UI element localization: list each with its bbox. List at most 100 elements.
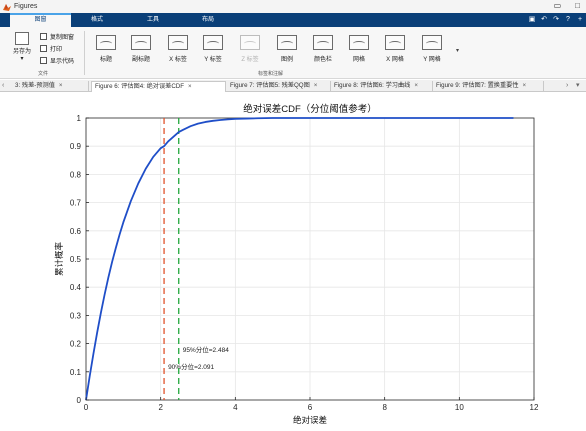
grid-icon [349,35,369,50]
doc-tab-label: Figure 6: 评估图4: 绝对误差CDF [95,83,185,90]
x-tick-label: 12 [530,403,539,412]
p90-annotation: 90%分位=2.091 [168,362,214,371]
show-code-label: 显示代码 [50,59,75,65]
doc-tab-9[interactable]: Figure 9: 评估图7: 置换重要性 × [433,81,544,92]
zlabel-icon [240,35,260,50]
y-tick-label: 0 [77,396,82,405]
ygrid-button[interactable]: Y 网格 [415,35,449,63]
xgrid-icon [385,35,405,50]
ribbon-expand-icon[interactable]: ▾ [456,47,459,54]
tabs-menu-icon[interactable]: ▾ [576,81,580,91]
add-icon[interactable]: + [574,13,586,27]
close-icon[interactable]: × [59,82,63,89]
legend-icon [277,35,297,50]
minimize-button[interactable]: ▭ [554,0,562,12]
title-button-label: 标题 [99,57,112,63]
title-icon [96,35,116,50]
ylabel-button-label: Y 标签 [204,57,222,63]
colorbar-button[interactable]: 颜色栏 [306,35,340,63]
copy-figure-label: 复制图窗 [50,35,75,41]
copy-figure-button[interactable]: 复制图窗 [40,32,74,41]
x-tick-label: 2 [158,403,163,412]
figure-document-tabs: ‹ 3: 残差-预测值 × Figure 6: 评估图4: 绝对误差CDF × Fi… [0,80,586,92]
y-tick-label: 0.3 [70,311,82,320]
doc-tab-label: Figure 9: 评估图7: 置换重要性 [436,82,519,89]
group-divider [84,31,85,75]
close-icon[interactable]: × [314,82,318,89]
tab-layout[interactable]: 布局 [193,13,223,27]
matlab-logo-icon [3,3,11,11]
save-as-button[interactable]: 另存为 ▾ [11,32,33,62]
y-tick-label: 0.6 [70,227,82,236]
chevron-down-icon: ▾ [20,56,24,62]
close-icon[interactable]: × [523,82,527,89]
y-tick-label: 0.5 [70,255,82,264]
tab-tools[interactable]: 工具 [138,13,168,27]
title-button[interactable]: 标题 [89,35,123,63]
grid-button[interactable]: 网格 [342,35,376,63]
tabs-scroll-right-icon[interactable]: › [566,81,568,91]
file-group-label: 文件 [38,71,49,77]
p95-annotation: 95%分位=2.484 [183,345,229,354]
subtitle-icon [131,35,151,50]
y-tick-label: 0.8 [70,170,82,179]
xgrid-button-label: X 网格 [386,57,404,63]
doc-tab-label: Figure 8: 评估图6: 学习曲线 [334,82,411,89]
close-icon[interactable]: × [414,82,418,89]
labels-group-label: 标签和注解 [258,71,284,77]
tab-figure[interactable]: 图窗 [10,13,71,27]
y-tick-label: 0.7 [70,199,82,208]
doc-tab-label: Figure 7: 评估图5: 残差QQ图 [230,82,310,89]
legend-button-label: 图例 [280,57,293,63]
x-tick-label: 10 [455,403,464,412]
subtitle-button-label: 副标题 [131,57,150,63]
save-icon [15,32,29,45]
y-tick-label: 0.1 [70,368,82,377]
print-label: 打印 [50,47,63,53]
ribbon-toolstrip: 另存为 ▾ 复制图窗 打印 显示代码 文件 标题 副标题 X 标签 Y 标签 Z… [0,27,586,79]
colorbar-icon [313,35,333,50]
subtitle-button[interactable]: 副标题 [124,35,158,63]
dock-icon[interactable]: ▣ [526,13,538,27]
doc-tab-8[interactable]: Figure 8: 评估图6: 学习曲线 × [331,81,433,92]
help-icon[interactable]: ? [562,13,574,27]
xlabel-button[interactable]: X 标签 [161,35,195,63]
xgrid-button[interactable]: X 网格 [378,35,412,63]
window-titlebar: Figures ▭ □ [0,0,586,13]
doc-tab-6[interactable]: Figure 6: 评估图4: 绝对误差CDF × [91,81,226,92]
zlabel-button-label: Z 标签 [241,57,259,63]
tab-format[interactable]: 格式 [82,13,112,27]
x-tick-label: 8 [382,403,387,412]
xlabel-button-label: X 标签 [169,57,187,63]
quick-access-toolbar: ▣ ↶ ↷ ? + [526,13,586,27]
ylabel-button[interactable]: Y 标签 [196,35,230,63]
window-title: Figures [14,3,38,10]
ylabel-icon [203,35,223,50]
cdf-chart: 0 2 4 6 8 10 12 0 0.1 0.2 0.3 0.4 0.5 0.6 0.7 0.8 0.9 1 9… [54,103,539,425]
undo-icon[interactable]: ↶ [538,13,550,27]
figure-canvas: 0 2 4 6 8 10 12 0 0.1 0.2 0.3 0.4 0.5 0.6 0.7 0.8 0.9 1 9… [0,93,586,431]
tabs-scroll-left-icon[interactable]: ‹ [2,81,4,91]
show-code-checkbox[interactable]: 显示代码 [40,56,74,65]
legend-button[interactable]: 图例 [270,35,304,63]
print-button[interactable]: 打印 [40,44,62,53]
grid-button-label: 网格 [352,57,365,63]
colorbar-button-label: 颜色栏 [313,57,332,63]
doc-tab-3[interactable]: 3: 残差-预测值 × [12,81,89,92]
zlabel-button: Z 标签 [233,35,267,63]
redo-icon[interactable]: ↷ [550,13,562,27]
doc-tab-label: 3: 残差-预测值 [15,82,55,89]
x-tick-label: 6 [308,403,313,412]
checkbox-icon [40,57,47,64]
y-tick-label: 0.9 [70,142,82,151]
chart-title: 绝对误差CDF（分位阈值参考） [243,103,377,115]
xlabel-icon [168,35,188,50]
copy-icon [40,33,47,40]
close-icon[interactable]: × [188,83,192,90]
ygrid-icon [422,35,442,50]
maximize-button[interactable]: □ [575,0,580,12]
ygrid-button-label: Y 网格 [423,57,441,63]
doc-tab-7[interactable]: Figure 7: 评估图5: 残差QQ图 × [227,81,331,92]
save-as-label: 另存为 [12,49,31,55]
x-axis-label: 绝对误差 [293,415,327,425]
